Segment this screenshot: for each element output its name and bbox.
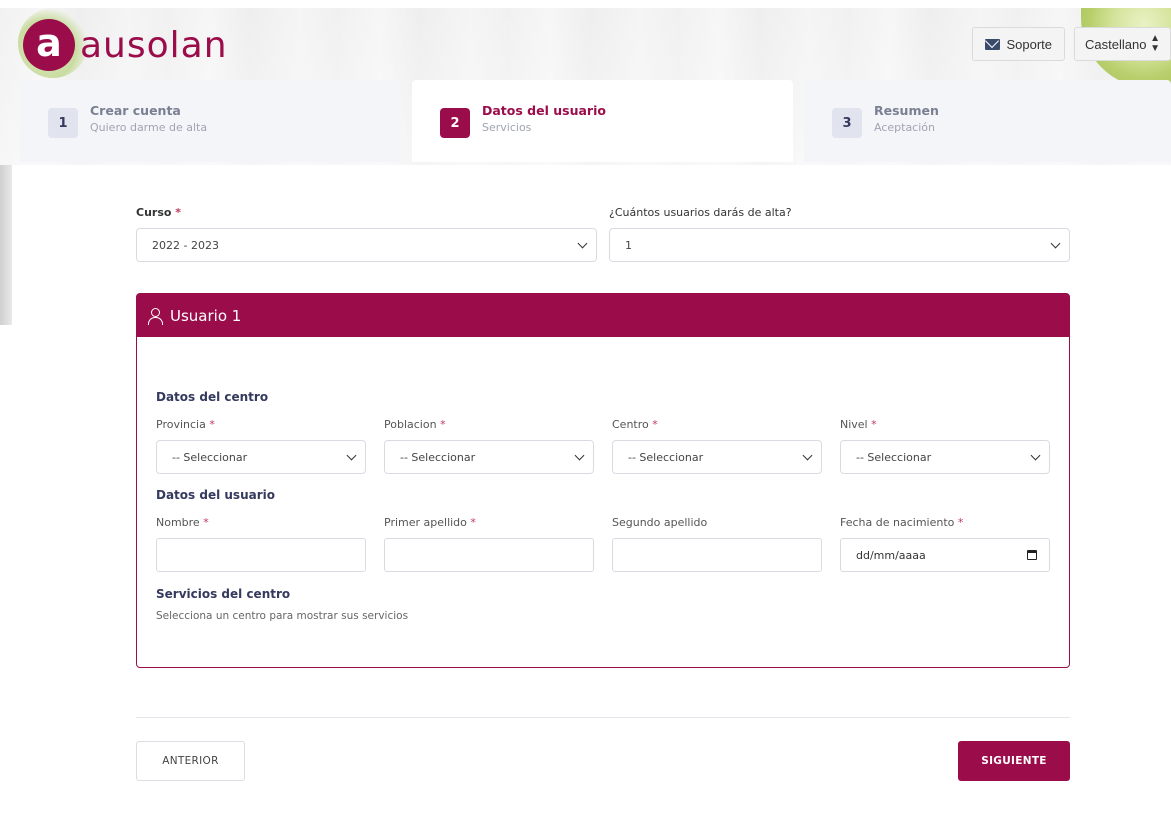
- top-strip: [0, 0, 1171, 8]
- updown-icon: ▲ ▼: [1150, 33, 1160, 54]
- provincia-value: -- Seleccionar: [172, 450, 248, 464]
- step-subtitle: Aceptación: [874, 121, 935, 134]
- chevron-down-icon: [577, 238, 588, 248]
- support-button[interactable]: Soporte: [972, 27, 1065, 61]
- step-title: Crear cuenta: [90, 103, 181, 118]
- curso-label: Curso *: [136, 206, 182, 219]
- curso-select[interactable]: 2022 - 2023: [136, 228, 597, 262]
- usuarios-select[interactable]: 1: [609, 228, 1070, 262]
- logo-text: ausolan: [80, 24, 228, 66]
- logo-mark: a: [23, 19, 75, 71]
- apellido2-input[interactable]: [612, 538, 822, 572]
- nombre-label: Nombre *: [156, 516, 209, 529]
- language-value: Castellano: [1085, 36, 1147, 52]
- next-button[interactable]: SIGUIENTE: [958, 741, 1070, 781]
- language-select[interactable]: Castellano ▲ ▼: [1074, 27, 1171, 61]
- nivel-label: Nivel *: [840, 418, 877, 431]
- step-title: Datos del usuario: [482, 103, 606, 118]
- nombre-input[interactable]: [156, 538, 366, 572]
- servicios-help-text: Selecciona un centro para mostrar sus se…: [156, 610, 409, 622]
- user-card-title: Usuario 1: [170, 306, 242, 325]
- poblacion-label: Poblacion *: [384, 418, 446, 431]
- step-subtitle: Servicios: [482, 121, 532, 134]
- fecha-input[interactable]: dd/mm/aaaa: [840, 538, 1050, 572]
- centro-label: Centro *: [612, 418, 658, 431]
- step-datos-usuario[interactable]: 2 Datos del usuario Servicios: [412, 80, 793, 162]
- poblacion-select[interactable]: -- Seleccionar: [384, 440, 594, 474]
- apellido1-label: Primer apellido *: [384, 516, 476, 529]
- step-subtitle: Quiero darme de alta: [90, 121, 208, 134]
- wizard-steps: 1 Crear cuenta Quiero darme de alta 2 Da…: [20, 80, 1171, 162]
- nivel-select[interactable]: -- Seleccionar: [840, 440, 1050, 474]
- support-label: Soporte: [1006, 36, 1052, 52]
- top-controls: Soporte Castellano ▲ ▼: [972, 27, 1171, 61]
- provincia-label: Provincia *: [156, 418, 215, 431]
- step-crear-cuenta[interactable]: 1 Crear cuenta Quiero darme de alta: [20, 80, 401, 162]
- chevron-down-icon: [346, 450, 357, 460]
- previous-button[interactable]: ANTERIOR: [136, 741, 245, 781]
- servicios-section-title: Servicios del centro: [156, 587, 291, 601]
- chevron-down-icon: [1050, 238, 1061, 248]
- main-form: Curso * 2022 - 2023 ¿Cuántos usuarios da…: [136, 205, 1070, 262]
- envelope-icon: [985, 38, 1001, 50]
- usuarios-label: ¿Cuántos usuarios darás de alta?: [609, 206, 792, 219]
- user-card: Usuario 1 Datos del centro Provincia * -…: [136, 293, 1070, 668]
- centro-select[interactable]: -- Seleccionar: [612, 440, 822, 474]
- chevron-down-icon: [802, 450, 813, 460]
- usuario-section-title: Datos del usuario: [156, 488, 275, 502]
- user-icon: [147, 307, 163, 325]
- divider: [136, 717, 1070, 718]
- fecha-label: Fecha de nacimiento *: [840, 516, 964, 529]
- step-number: 2: [440, 108, 470, 138]
- step-number: 3: [832, 108, 862, 138]
- step-resumen[interactable]: 3 Resumen Aceptación: [804, 80, 1171, 162]
- poblacion-value: -- Seleccionar: [400, 450, 476, 464]
- calendar-icon[interactable]: [1027, 550, 1037, 560]
- apellido1-input[interactable]: [384, 538, 594, 572]
- step-title: Resumen: [874, 103, 939, 118]
- chevron-down-icon: [1030, 450, 1041, 460]
- fecha-placeholder: dd/mm/aaaa: [856, 548, 926, 562]
- provincia-select[interactable]: -- Seleccionar: [156, 440, 366, 474]
- logo[interactable]: a ausolan: [23, 19, 228, 71]
- centro-value: -- Seleccionar: [628, 450, 704, 464]
- left-edge: [0, 165, 12, 325]
- user-card-header: Usuario 1: [137, 294, 1069, 337]
- curso-value: 2022 - 2023: [152, 238, 219, 252]
- step-number: 1: [48, 108, 78, 138]
- apellido2-label: Segundo apellido: [612, 516, 708, 529]
- centro-section-title: Datos del centro: [156, 390, 269, 404]
- chevron-down-icon: [574, 450, 585, 460]
- nivel-value: -- Seleccionar: [856, 450, 932, 464]
- usuarios-value: 1: [625, 238, 632, 252]
